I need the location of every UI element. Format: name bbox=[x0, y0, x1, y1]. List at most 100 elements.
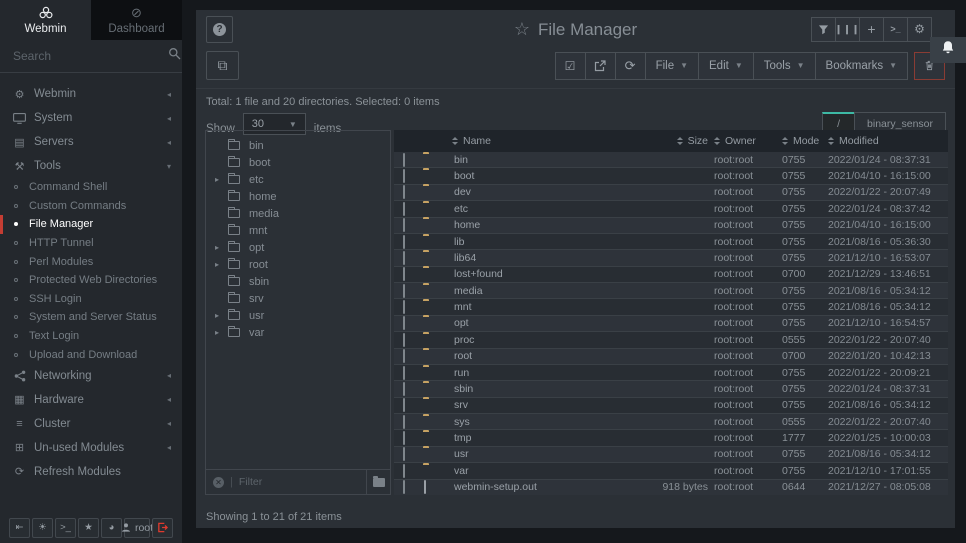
row-checkbox[interactable] bbox=[403, 202, 405, 216]
settings-button[interactable]: ⚙ bbox=[907, 17, 932, 42]
sidebar-subitem-text-login[interactable]: Text Login bbox=[0, 327, 182, 346]
cell-name[interactable]: proc bbox=[452, 334, 618, 346]
sidebar-item-servers[interactable]: ▤Servers◂ bbox=[0, 130, 182, 154]
sidebar-subitem-perl-modules[interactable]: Perl Modules bbox=[0, 252, 182, 271]
theme-toggle-button[interactable]: ☀ bbox=[32, 518, 53, 538]
table-row-sbin[interactable]: sbinroot:root07552022/01/24 - 08:37:31 bbox=[394, 380, 948, 396]
table-row-etc[interactable]: etcroot:root07552022/01/24 - 08:37:42 bbox=[394, 200, 948, 216]
tree-item-srv[interactable]: srv bbox=[206, 290, 390, 307]
table-row-dev[interactable]: devroot:root07552022/01/22 - 20:07:49 bbox=[394, 184, 948, 200]
row-checkbox[interactable] bbox=[403, 415, 405, 429]
tree-item-var[interactable]: ▸var bbox=[206, 324, 390, 341]
row-checkbox[interactable] bbox=[403, 366, 405, 380]
expand-caret-icon[interactable]: ▸ bbox=[215, 260, 226, 269]
filter-button[interactable] bbox=[811, 17, 836, 42]
row-checkbox[interactable] bbox=[403, 447, 405, 461]
cell-name[interactable]: lost+found bbox=[452, 268, 618, 280]
sidebar-subitem-http-tunnel[interactable]: HTTP Tunnel bbox=[0, 234, 182, 253]
tree-item-usr[interactable]: ▸usr bbox=[206, 307, 390, 324]
cell-name[interactable]: home bbox=[452, 219, 618, 231]
expand-caret-icon[interactable]: ▸ bbox=[215, 328, 226, 337]
table-row-lost-found[interactable]: lost+foundroot:root07002021/12/29 - 13:4… bbox=[394, 266, 948, 282]
user-chip[interactable]: root bbox=[124, 518, 150, 538]
columns-button[interactable]: ❙❙❙ bbox=[835, 17, 860, 42]
table-row-opt[interactable]: optroot:root07552021/12/10 - 16:54:57 bbox=[394, 315, 948, 331]
table-row-tmp[interactable]: tmproot:root17772022/01/25 - 10:00:03 bbox=[394, 429, 948, 445]
tree-item-home[interactable]: home bbox=[206, 188, 390, 205]
cell-name[interactable]: run bbox=[452, 367, 618, 379]
cell-name[interactable]: mnt bbox=[452, 301, 618, 313]
row-checkbox[interactable] bbox=[403, 398, 405, 412]
file-menu-button[interactable]: File▼ bbox=[645, 52, 699, 80]
table-row-proc[interactable]: procroot:root05552022/01/22 - 20:07:40 bbox=[394, 331, 948, 347]
cell-name[interactable]: opt bbox=[452, 317, 618, 329]
cell-name[interactable]: etc bbox=[452, 203, 618, 215]
refresh-button[interactable]: ⟳ bbox=[615, 52, 646, 80]
tree-item-media[interactable]: media bbox=[206, 205, 390, 222]
tree-item-bin[interactable]: bin bbox=[206, 137, 390, 154]
cell-name[interactable]: sbin bbox=[452, 383, 618, 395]
collapse-sidebar-button[interactable]: ⇤ bbox=[9, 518, 30, 538]
tree-item-etc[interactable]: ▸etc bbox=[206, 171, 390, 188]
cell-name[interactable]: boot bbox=[452, 170, 618, 182]
cell-name[interactable]: bin bbox=[452, 154, 618, 166]
table-row-boot[interactable]: bootroot:root07552021/04/10 - 16:15:00 bbox=[394, 167, 948, 183]
sidebar-subitem-custom-commands[interactable]: Custom Commands bbox=[0, 197, 182, 216]
favorites-button[interactable]: ★ bbox=[78, 518, 99, 538]
sidebar-subitem-upload-and-download[interactable]: Upload and Download bbox=[0, 345, 182, 364]
sidebar-subitem-system-and-server-status[interactable]: System and Server Status bbox=[0, 308, 182, 327]
notifications-button[interactable] bbox=[930, 37, 966, 63]
table-row-webmin-setup-out[interactable]: webmin-setup.out918 bytesroot:root064420… bbox=[394, 479, 948, 495]
row-checkbox[interactable] bbox=[403, 480, 405, 494]
expand-caret-icon[interactable]: ▸ bbox=[215, 243, 226, 252]
cell-name[interactable]: var bbox=[452, 465, 618, 477]
cell-name[interactable]: root bbox=[452, 350, 618, 362]
sidebar-item-tools[interactable]: ⚒Tools▾ bbox=[0, 154, 182, 178]
column-header-size[interactable]: Size bbox=[618, 135, 714, 147]
expand-caret-icon[interactable]: ▸ bbox=[215, 175, 226, 184]
search-input[interactable] bbox=[13, 49, 168, 63]
table-row-media[interactable]: mediaroot:root07552021/08/16 - 05:34:12 bbox=[394, 282, 948, 298]
sidebar-item-refresh-modules[interactable]: ⟳Refresh Modules bbox=[0, 460, 182, 484]
search-icon[interactable] bbox=[168, 47, 181, 65]
row-checkbox[interactable] bbox=[403, 284, 405, 298]
cell-name[interactable]: lib64 bbox=[452, 252, 618, 264]
tab-webmin[interactable]: Webmin bbox=[0, 0, 91, 40]
cell-name[interactable]: dev bbox=[452, 186, 618, 198]
table-row-root[interactable]: rootroot:root07002022/01/20 - 10:42:13 bbox=[394, 348, 948, 364]
terminal-button[interactable]: >_ bbox=[55, 518, 76, 538]
paste-buffer-button[interactable]: ⧉ bbox=[206, 51, 239, 80]
row-checkbox[interactable] bbox=[403, 235, 405, 249]
export-button[interactable] bbox=[585, 52, 616, 80]
table-row-mnt[interactable]: mntroot:root07552021/08/16 - 05:34:12 bbox=[394, 298, 948, 314]
cell-name[interactable]: srv bbox=[452, 399, 618, 411]
sidebar-subitem-file-manager[interactable]: File Manager bbox=[0, 215, 182, 234]
cell-name[interactable]: tmp bbox=[452, 432, 618, 444]
cell-name[interactable]: sys bbox=[452, 416, 618, 428]
row-checkbox[interactable] bbox=[403, 333, 405, 347]
cell-name[interactable]: usr bbox=[452, 448, 618, 460]
column-header-name[interactable]: Name bbox=[452, 135, 618, 147]
select-all-button[interactable]: ☑ bbox=[555, 52, 586, 80]
row-checkbox[interactable] bbox=[403, 300, 405, 314]
sidebar-item-system[interactable]: System◂ bbox=[0, 106, 182, 130]
row-checkbox[interactable] bbox=[403, 382, 405, 396]
sidebar-item-un-used-modules[interactable]: ⊞Un-used Modules◂ bbox=[0, 436, 182, 460]
table-row-var[interactable]: varroot:root07552021/12/10 - 17:01:55 bbox=[394, 462, 948, 478]
sidebar-item-hardware[interactable]: ▦Hardware◂ bbox=[0, 388, 182, 412]
table-row-lib64[interactable]: lib64root:root07552021/12/10 - 16:53:07 bbox=[394, 249, 948, 265]
row-checkbox[interactable] bbox=[403, 169, 405, 183]
sidebar-item-networking[interactable]: Networking◂ bbox=[0, 364, 182, 388]
expand-caret-icon[interactable]: ▸ bbox=[215, 311, 226, 320]
edit-menu-button[interactable]: Edit▼ bbox=[698, 52, 754, 80]
row-checkbox[interactable] bbox=[403, 218, 405, 232]
table-row-usr[interactable]: usrroot:root07552021/08/16 - 05:34:12 bbox=[394, 446, 948, 462]
tree-item-mnt[interactable]: mnt bbox=[206, 222, 390, 239]
cell-name[interactable]: lib bbox=[452, 236, 618, 248]
table-row-lib[interactable]: libroot:root07552021/08/16 - 05:36:30 bbox=[394, 233, 948, 249]
row-checkbox[interactable] bbox=[403, 267, 405, 281]
bookmarks-menu-button[interactable]: Bookmarks▼ bbox=[815, 52, 908, 80]
shell-button[interactable]: >_ bbox=[883, 17, 908, 42]
logout-button[interactable] bbox=[152, 518, 173, 538]
cell-name[interactable]: webmin-setup.out bbox=[452, 481, 618, 493]
